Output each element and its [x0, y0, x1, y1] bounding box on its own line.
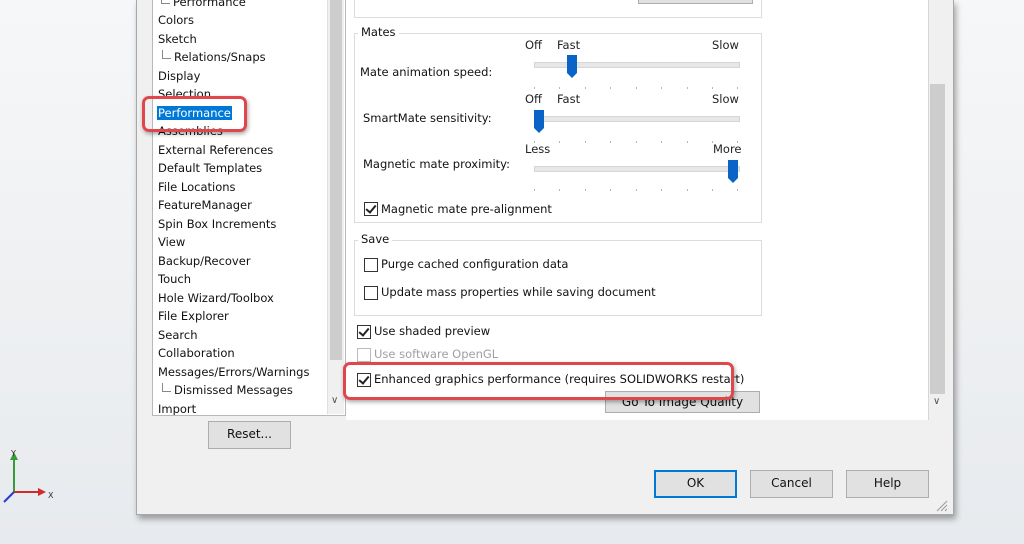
reset-button[interactable]: Reset...	[208, 421, 291, 449]
tree-item-backup-recover[interactable]: Backup/Recover	[158, 253, 251, 269]
tree-item-label: Spin Box Increments	[158, 217, 277, 231]
previous-group-box	[354, 0, 762, 18]
tree-item-spin-box-increments[interactable]: Spin Box Increments	[158, 216, 276, 232]
tree-item-external-references[interactable]: External References	[158, 142, 273, 158]
tree-item-touch[interactable]: Touch	[158, 271, 191, 287]
tree-branch-icon	[162, 50, 171, 59]
magnetic-mate-proximity-label: Magnetic mate proximity:	[363, 157, 511, 171]
mate-animation-speed-slider[interactable]	[534, 62, 740, 68]
tree-item-relations-snaps[interactable]: Relations/Snaps	[162, 49, 266, 65]
tree-item-label: External References	[158, 143, 274, 157]
smartmate-sensitivity-slider[interactable]	[534, 116, 740, 122]
tree-item-label: View	[158, 235, 186, 249]
smartmate-sensitivity-thumb[interactable]	[534, 110, 544, 133]
tree-item-label: File Explorer	[158, 309, 229, 323]
mate-animation-speed-thumb[interactable]	[567, 55, 577, 78]
magnetic-mate-proximity-thumb[interactable]	[728, 160, 738, 183]
magnetic-mate-proximity-slider[interactable]	[534, 166, 740, 172]
tree-item-label: Hole Wizard/Toolbox	[158, 291, 274, 305]
triad-x-label: X	[48, 491, 54, 500]
tree-item-messages-errors-warnings[interactable]: Messages/Errors/Warnings	[158, 364, 309, 380]
use-software-opengl-checkbox[interactable]	[357, 348, 371, 362]
options-tree: Performance Colors Sketch Relations/Snap…	[152, 0, 346, 416]
animation-slow-label: Slow	[712, 38, 739, 52]
mate-animation-speed-label: Mate animation speed:	[360, 65, 493, 79]
tree-item-file-locations[interactable]: File Locations	[158, 179, 236, 195]
options-scrollbar-thumb[interactable]	[930, 84, 945, 394]
tree-branch-icon	[162, 383, 171, 392]
tree-item-file-explorer[interactable]: File Explorer	[158, 308, 229, 324]
tree-item-performance-sub[interactable]: Performance	[161, 0, 246, 10]
magnetic-more-label: More	[713, 142, 742, 156]
tree-item-label: Dismissed Messages	[174, 383, 293, 397]
options-scrollbar[interactable]: ∨	[929, 0, 946, 414]
slider-ticks	[534, 134, 738, 143]
highlight-enhanced-graphics-callout	[343, 362, 734, 400]
tree-item-label: Import	[158, 402, 197, 416]
tree-item-label: Sketch	[158, 32, 197, 46]
tree-item-view[interactable]: View	[158, 234, 185, 250]
animation-off-label: Off	[525, 38, 542, 52]
tree-item-label: Collaboration	[158, 346, 235, 360]
tree-item-sketch[interactable]: Sketch	[158, 31, 197, 47]
tree-item-label: Performance	[173, 0, 246, 9]
tree-item-label: File Locations	[158, 180, 236, 194]
slider-ticks	[534, 80, 738, 89]
tree-item-label: Colors	[158, 13, 195, 27]
resize-grip-icon[interactable]	[934, 498, 948, 512]
tree-item-label: Relations/Snaps	[174, 50, 266, 64]
chevron-down-icon[interactable]: ∨	[933, 396, 940, 407]
smartmate-sensitivity-label: SmartMate sensitivity:	[363, 111, 492, 125]
smartmate-fast-label: Fast	[557, 92, 581, 106]
use-software-opengl-label: Use software OpenGL	[374, 347, 499, 361]
tree-item-collaboration[interactable]: Collaboration	[158, 345, 235, 361]
highlight-performance-callout	[142, 96, 247, 132]
update-mass-properties-checkbox[interactable]	[364, 286, 378, 300]
tree-item-dismissed-messages[interactable]: Dismissed Messages	[162, 382, 293, 398]
magnetic-pre-alignment-label: Magnetic mate pre-alignment	[381, 202, 552, 216]
use-shaded-preview-label: Use shaded preview	[374, 324, 491, 338]
tree-item-label: Default Templates	[158, 161, 263, 175]
slider-ticks	[534, 182, 738, 191]
cancel-button[interactable]: Cancel	[750, 470, 833, 498]
smartmate-off-label: Off	[525, 92, 542, 106]
mates-group-title: Mates	[358, 25, 399, 39]
tree-item-label: Touch	[158, 272, 192, 286]
tree-scrollbar-thumb[interactable]	[330, 0, 342, 360]
magnetic-pre-alignment-checkbox[interactable]	[364, 202, 378, 216]
tree-item-label: FeatureManager	[158, 198, 252, 212]
purge-cached-config-label: Purge cached configuration data	[381, 257, 569, 271]
tree-item-colors[interactable]: Colors	[158, 12, 194, 28]
smartmate-slow-label: Slow	[712, 92, 739, 106]
tree-item-search[interactable]: Search	[158, 327, 198, 343]
chevron-down-icon[interactable]: ∨	[331, 395, 338, 406]
tree-branch-icon	[161, 0, 170, 4]
tree-scrollbar[interactable]: ∨	[327, 0, 344, 414]
performance-options-panel: Mates Off Fast Slow Mate animation speed…	[346, 0, 929, 420]
tree-item-import[interactable]: Import	[158, 401, 197, 416]
tree-item-hole-wizard-toolbox[interactable]: Hole Wizard/Toolbox	[158, 290, 274, 306]
ok-button[interactable]: OK	[654, 470, 737, 498]
purge-cached-config-checkbox[interactable]	[364, 258, 378, 272]
tree-item-label: Display	[158, 69, 201, 83]
save-group-title: Save	[358, 232, 393, 246]
use-shaded-preview-checkbox[interactable]	[357, 325, 371, 339]
tree-item-default-templates[interactable]: Default Templates	[158, 160, 262, 176]
coordinate-triad: Y X	[2, 446, 62, 516]
update-mass-properties-label: Update mass properties while saving docu…	[381, 285, 656, 299]
animation-fast-label: Fast	[557, 38, 581, 52]
save-group	[354, 240, 762, 316]
help-button[interactable]: Help	[846, 470, 929, 498]
tree-item-featuremanager[interactable]: FeatureManager	[158, 197, 252, 213]
triad-y-label: Y	[10, 449, 16, 458]
tree-item-label: Messages/Errors/Warnings	[158, 365, 310, 379]
tree-item-label: Backup/Recover	[158, 254, 251, 268]
tree-item-label: Search	[158, 328, 198, 342]
tree-item-display[interactable]: Display	[158, 68, 200, 84]
magnetic-less-label: Less	[525, 142, 551, 156]
